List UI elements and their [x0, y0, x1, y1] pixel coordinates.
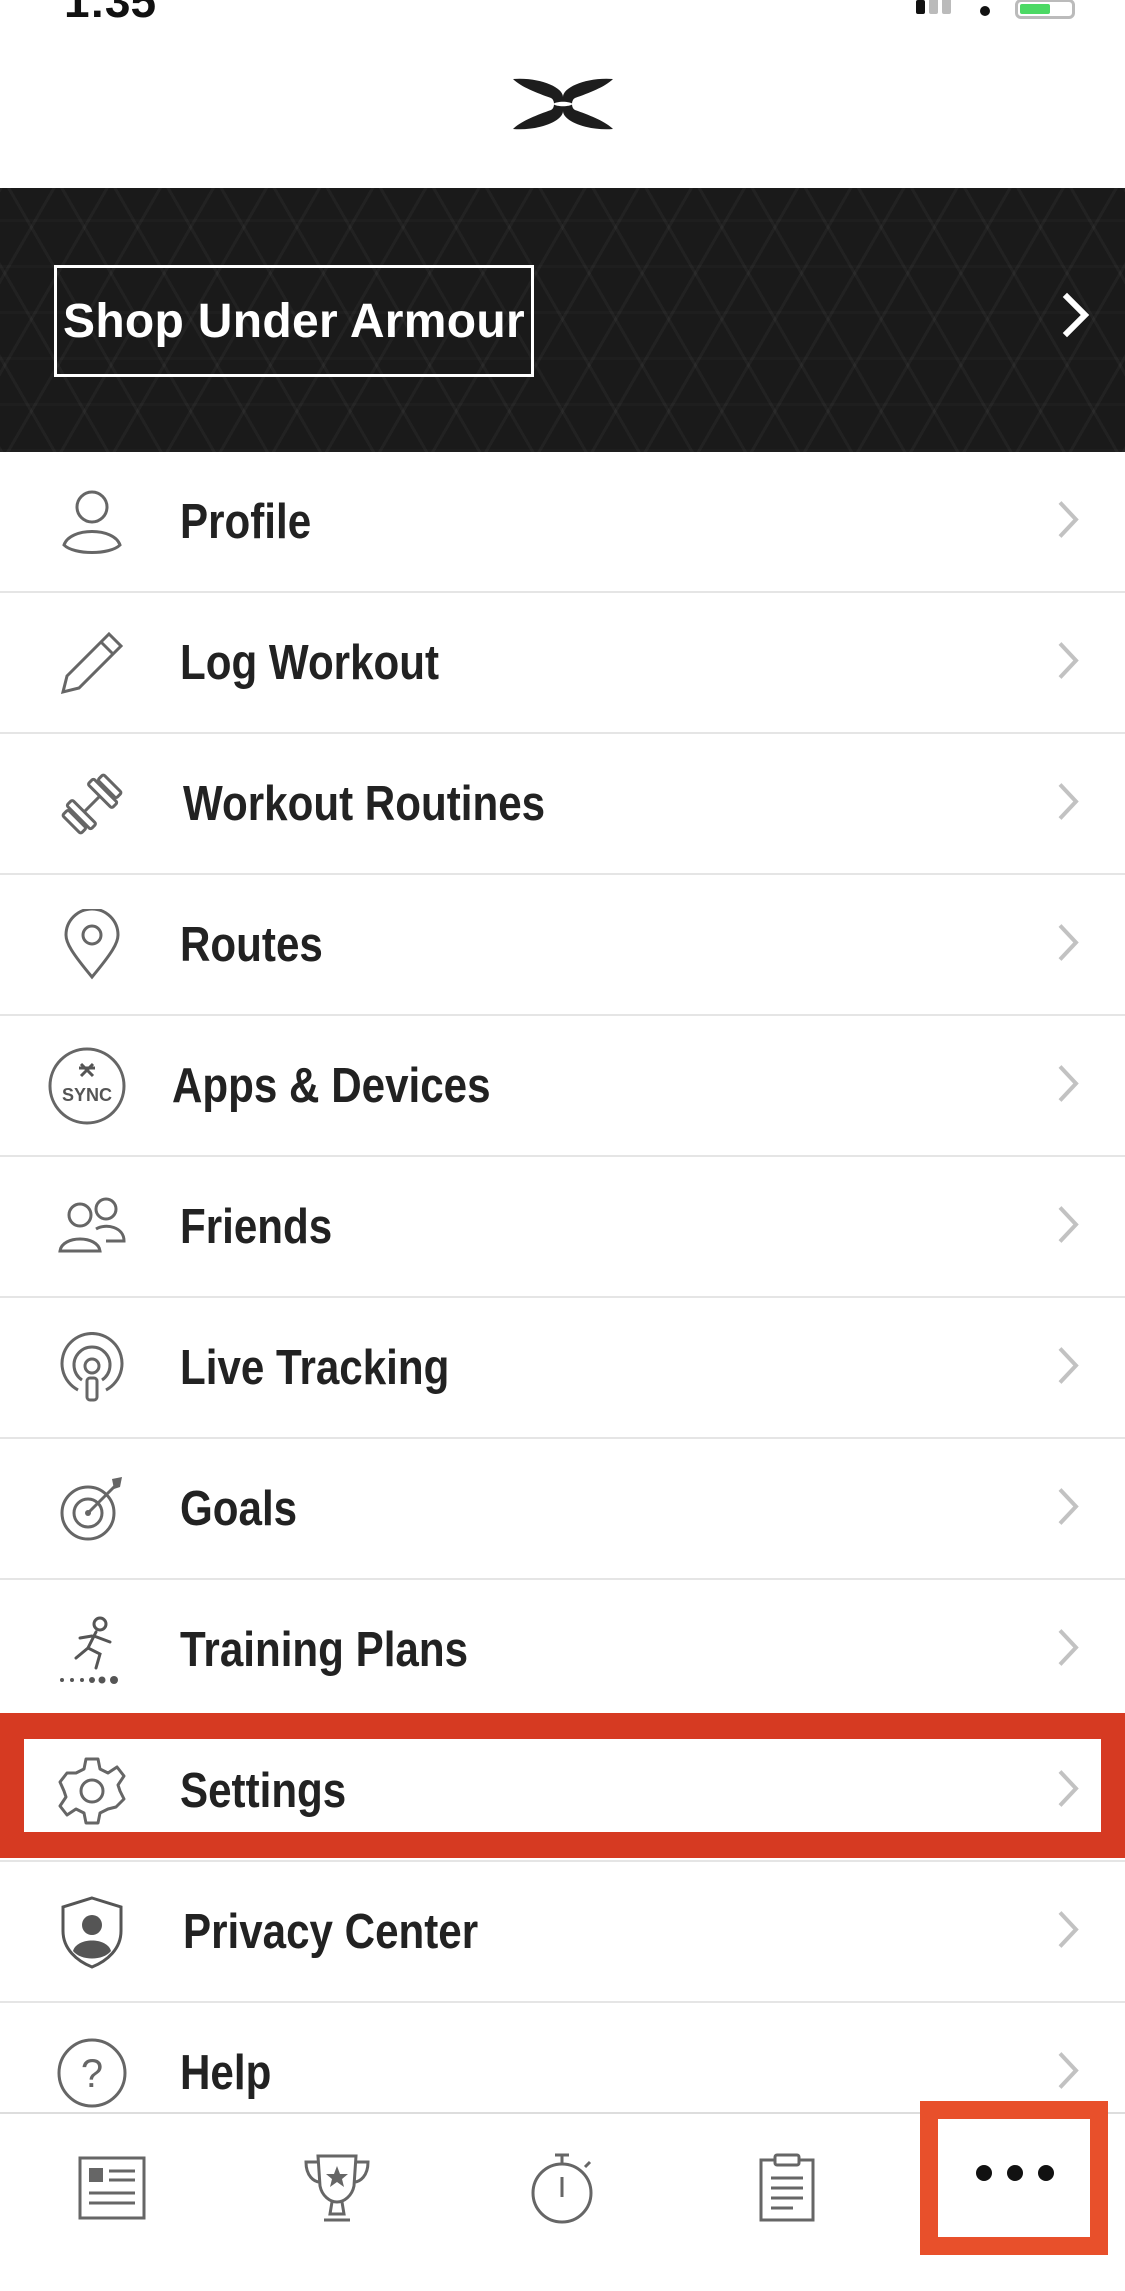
dumbbell-icon — [56, 768, 128, 840]
menu-item-label: Privacy Center — [183, 1904, 479, 1959]
menu-item-live-tracking[interactable]: Live Tracking — [0, 1298, 1125, 1439]
pencil-icon — [56, 627, 128, 699]
shield-icon — [56, 1895, 128, 1969]
chevron-right-icon — [1057, 1909, 1079, 1954]
menu-item-training-plans[interactable]: Training Plans — [0, 1580, 1125, 1721]
chevron-right-icon — [1057, 499, 1079, 544]
bottom-tab-bar — [0, 2112, 1125, 2291]
status-time: 1:35 — [64, 0, 156, 24]
svg-text:?: ? — [81, 2052, 103, 2096]
chevron-right-icon — [1057, 1627, 1079, 1672]
stopwatch-icon[interactable] — [522, 2148, 602, 2228]
more-menu-list: Profile Log Workout Workout Routines Rou… — [0, 452, 1125, 2144]
chevron-right-icon — [1057, 1486, 1079, 1531]
app-header — [0, 24, 1125, 188]
under-armour-logo — [509, 73, 617, 140]
signal-icon — [916, 0, 955, 19]
map-pin-icon — [56, 908, 128, 981]
clipboard-icon[interactable] — [747, 2148, 827, 2228]
shop-under-armour-button[interactable]: Shop Under Armour — [54, 265, 534, 377]
menu-item-goals[interactable]: Goals — [0, 1439, 1125, 1580]
chevron-right-icon — [1057, 922, 1079, 967]
menu-item-friends[interactable]: Friends — [0, 1157, 1125, 1298]
target-icon — [56, 1473, 128, 1545]
chevron-right-icon — [1057, 2050, 1079, 2095]
profile-icon — [56, 486, 128, 558]
menu-item-apps-devices[interactable]: SYNC Apps & Devices — [0, 1016, 1125, 1157]
trophy-icon[interactable] — [297, 2148, 377, 2228]
menu-item-label: Log Workout — [180, 635, 440, 690]
runner-icon — [56, 1614, 128, 1686]
help-icon: ? — [56, 2037, 128, 2109]
chevron-right-icon — [1057, 1204, 1079, 1249]
chevron-right-icon — [1061, 292, 1091, 343]
shop-banner[interactable]: Shop Under Armour — [0, 188, 1125, 452]
chevron-right-icon — [1057, 1063, 1079, 1108]
menu-item-label: Help — [180, 2045, 272, 2100]
menu-item-profile[interactable]: Profile — [0, 452, 1125, 593]
menu-item-label: Profile — [180, 494, 312, 549]
status-indicators — [916, 0, 1075, 19]
chevron-right-icon — [1057, 1768, 1079, 1813]
menu-item-settings[interactable]: Settings — [0, 1721, 1125, 1862]
chevron-right-icon — [1057, 781, 1079, 826]
gear-icon — [56, 1755, 128, 1827]
menu-item-log-workout[interactable]: Log Workout — [0, 593, 1125, 734]
menu-item-label: Friends — [180, 1199, 333, 1254]
menu-item-routes[interactable]: Routes — [0, 875, 1125, 1016]
menu-item-label: Training Plans — [180, 1622, 469, 1677]
svg-text:SYNC: SYNC — [62, 1085, 112, 1105]
menu-item-label: Apps & Devices — [172, 1058, 491, 1113]
status-bar: 1:35 — [0, 0, 1125, 24]
sync-icon: SYNC — [46, 1045, 128, 1127]
battery-icon — [1015, 0, 1075, 19]
menu-item-label: Routes — [180, 917, 323, 972]
live-tracking-icon — [56, 1331, 128, 1404]
menu-item-privacy-center[interactable]: Privacy Center — [0, 1862, 1125, 2003]
chevron-right-icon — [1057, 1345, 1079, 1390]
more-icon[interactable] — [976, 2165, 1054, 2181]
menu-item-label: Workout Routines — [183, 776, 546, 831]
chevron-right-icon — [1057, 640, 1079, 685]
friends-icon — [56, 1191, 128, 1263]
menu-item-workout-routines[interactable]: Workout Routines — [0, 734, 1125, 875]
wifi-icon — [975, 5, 995, 19]
feed-tab-icon[interactable] — [72, 2148, 152, 2228]
menu-item-label: Live Tracking — [180, 1340, 450, 1395]
menu-item-label: Settings — [180, 1763, 347, 1818]
menu-item-label: Goals — [180, 1481, 298, 1536]
